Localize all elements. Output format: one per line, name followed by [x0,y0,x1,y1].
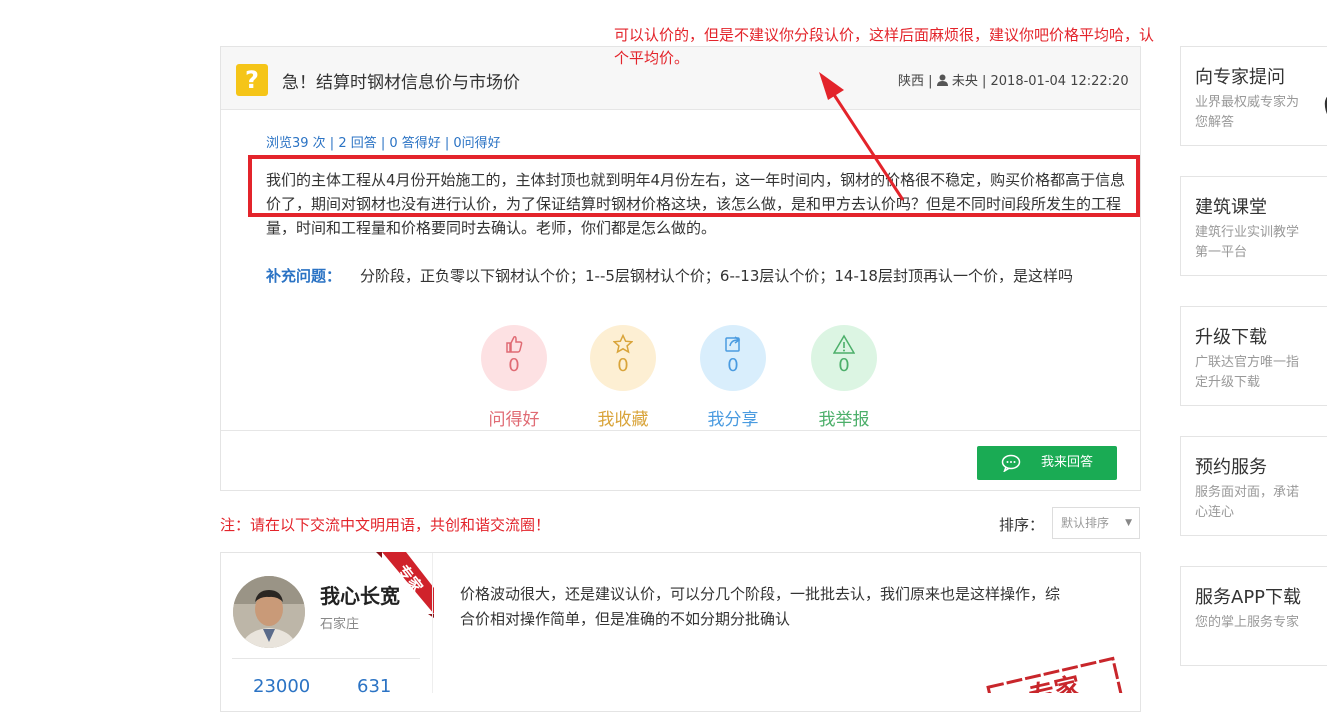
notice-text: 注：请在以下交流中文明用语，共创和谐交流圈！ [220,516,551,534]
favorite-label[interactable]: 我收藏 [578,405,668,430]
sidebar-card-title: 预约服务 [1195,457,1267,478]
supplement-label: 补充问题： [266,267,342,285]
thumbs-up-icon [506,336,523,353]
sidebar-card-subtitle: 业界最权威专家为您解答 [1195,95,1300,130]
report-button[interactable]: 0 [811,325,877,391]
sidebar-card-subtitle: 广联达官方唯一指定升级下载 [1195,355,1300,390]
meta-separator: | [981,74,987,89]
author-name[interactable]: 未央 [952,74,978,89]
question-title: 急！结算时钢材信息价与市场价 [282,73,520,93]
sidebar-card-subtitle: 您的掌上服务专家 [1195,615,1300,630]
sidebar-card-subtitle: 服务面对面，承诺心连心 [1195,485,1300,520]
like-count: 0 [508,355,520,376]
expert-badge: 专家 [376,552,434,618]
answer-button[interactable]: 我来回答 [977,446,1117,480]
sidebar-card-subtitle: 建筑行业实训教学第一平台 [1195,225,1300,260]
share-label[interactable]: 我分享 [688,405,778,430]
annotation-arrow-icon [819,72,905,201]
sort-label: 排序： [999,516,1045,534]
divider [221,430,1140,431]
avatar[interactable] [233,576,305,648]
question-datetime: 2018-01-04 12:22:20 [990,74,1129,89]
favorite-count: 0 [617,355,629,376]
sidebar-card-service-booking[interactable]: 预约服务 服务面对面，承诺心连心 [1180,436,1327,536]
sidebar-card-course[interactable]: 建筑课堂 建筑行业实训教学第一平台 [1180,176,1327,276]
share-icon [725,336,741,352]
report-count: 0 [838,355,850,376]
chat-bubble-icon [1001,454,1021,472]
answer-text: 价格波动很大，还是建议认价，可以分几个阶段，一批批去认，我们原来也是这样操作，综… [460,585,1061,628]
answerer-divider [432,553,433,693]
answerer-stat-answers: 631 [357,676,392,697]
like-question-button[interactable]: 0 [481,325,547,391]
sidebar-card-title: 服务APP下载 [1195,587,1302,608]
question-mark-icon: ? [236,64,268,96]
like-question-label[interactable]: 问得好 [469,405,559,430]
sidebar-card-title: 建筑课堂 [1195,197,1267,218]
sort-select[interactable]: 默认排序 ▼ [1052,507,1140,539]
highlight-box [248,155,1140,217]
stats-divider [232,658,420,659]
sidebar-card-title: 向专家提问 [1195,67,1285,88]
meta-separator: | [928,74,933,89]
report-label[interactable]: 我举报 [799,405,889,430]
sidebar-card-app-download[interactable]: 服务APP下载 您的掌上服务专家 [1180,566,1327,666]
supplement-text: 分阶段，正负零以下钢材认个价；1--5层钢材认个价；6--13层认个价；14-1… [360,267,1073,285]
expert-stamp: 专家 [986,656,1126,693]
share-count: 0 [727,355,739,376]
chevron-down-icon: ▼ [1125,518,1132,528]
sidebar-card-ask-expert[interactable]: 向专家提问 业界最权威专家为您解答 [1180,46,1327,146]
star-icon [613,333,633,354]
favorite-button[interactable]: 0 [590,325,656,391]
answerer-stat-points: 23000 [253,676,311,697]
expert-illustration-icon [1324,96,1327,114]
answerer-location: 石家庄 [320,617,360,632]
sidebar-card-title: 升级下载 [1195,327,1267,348]
answer-button-label: 我来回答 [1041,455,1094,470]
question-stats: 浏览39 次 | 2 回答 | 0 答得好 | 0问得好 [266,136,501,151]
expert-stamp-label: 专家 [1026,671,1083,693]
sort-value: 默认排序 [1061,516,1110,530]
warning-icon [833,334,855,354]
user-icon [936,74,948,86]
share-button[interactable]: 0 [700,325,766,391]
question-meta: 陕西 | 未央 | 2018-01-04 12:22:20 [898,70,1129,89]
sidebar-card-upgrade-download[interactable]: 升级下载 广联达官方唯一指定升级下载 [1180,306,1327,406]
